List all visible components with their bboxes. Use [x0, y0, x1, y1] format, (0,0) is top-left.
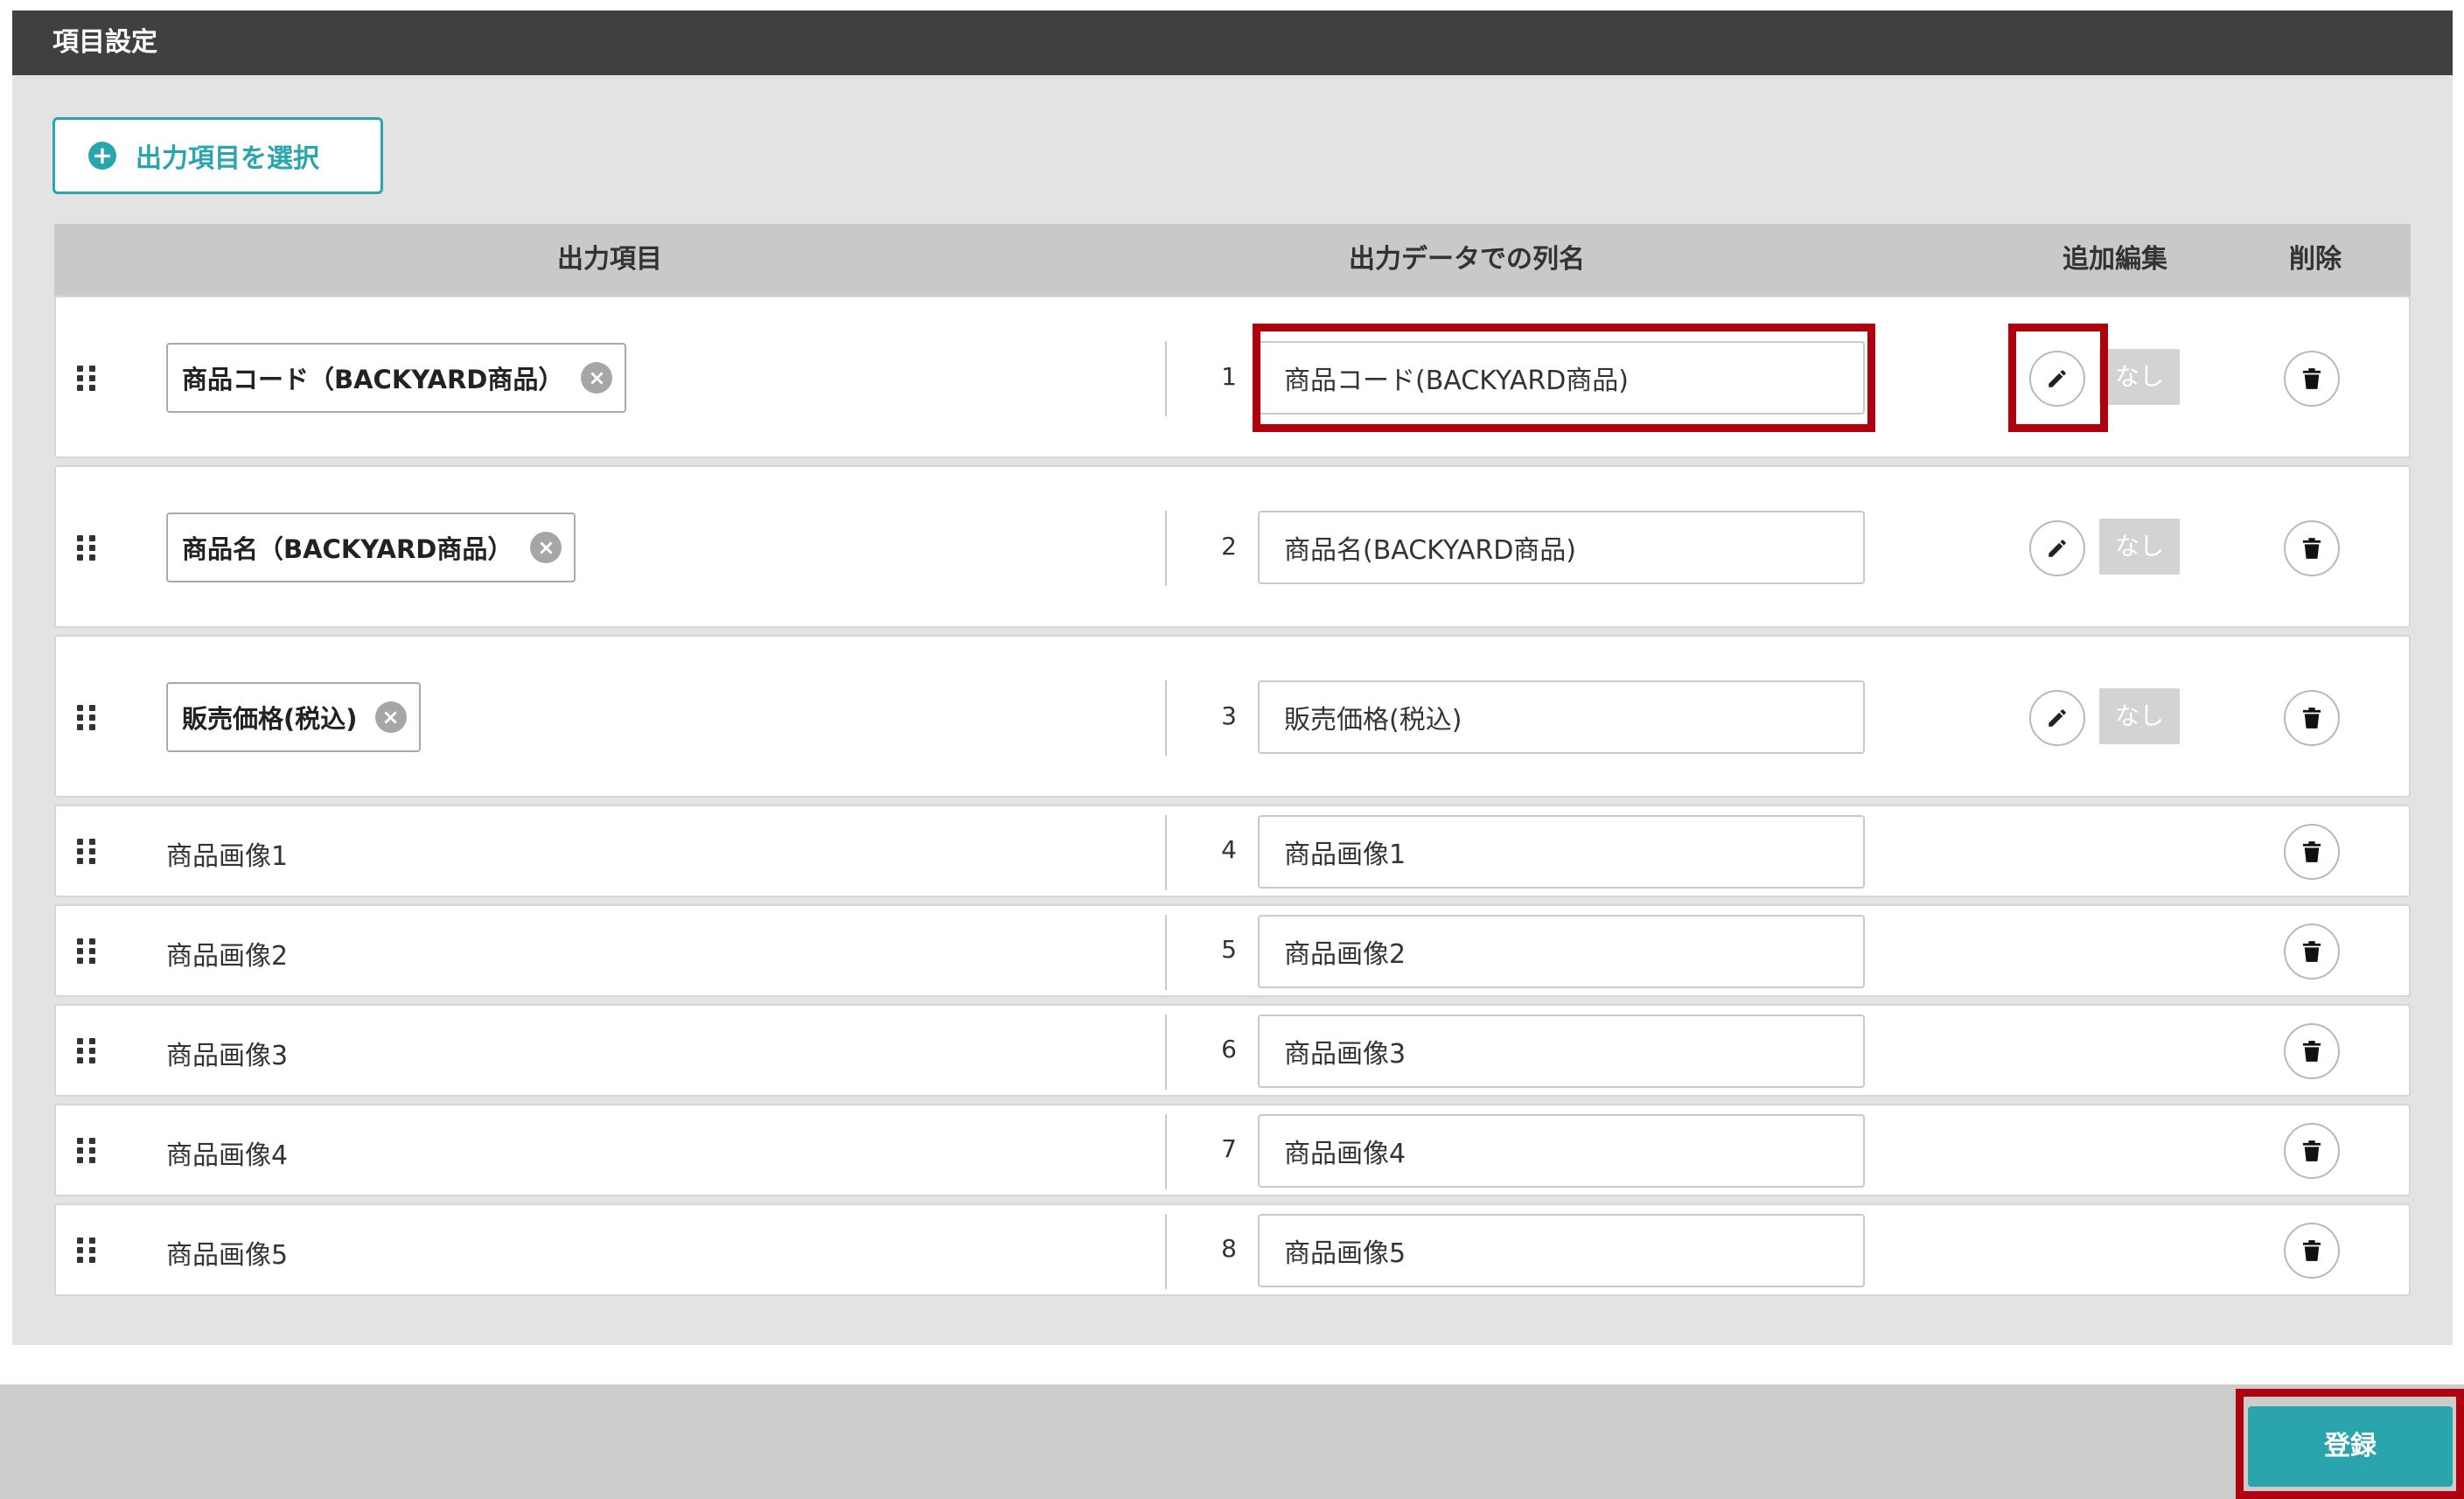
table-header: 出力項目 出力データでの列名 追加編集 削除	[54, 224, 2411, 296]
select-output-items-button[interactable]: + 出力項目を選択	[52, 117, 383, 194]
extra-status-badge: なし	[2099, 688, 2180, 744]
delete-button[interactable]	[2284, 1123, 2340, 1179]
trash-icon	[2302, 941, 2321, 962]
column-divider	[1165, 1114, 1167, 1189]
output-item-label: 販売価格(税込)	[182, 704, 358, 734]
pencil-icon	[2049, 709, 2066, 727]
close-circle-icon[interactable]: ×	[530, 532, 562, 563]
column-divider	[1165, 680, 1167, 756]
table-row: 商品画像2 5	[54, 904, 2411, 997]
trash-icon	[2302, 368, 2321, 389]
extra-status-badge: なし	[2099, 349, 2180, 405]
column-name-input[interactable]	[1258, 341, 1865, 415]
drag-handle-icon[interactable]	[77, 366, 96, 391]
row-index: 5	[1221, 935, 1237, 964]
drag-handle-icon[interactable]	[77, 1238, 96, 1263]
drag-handle-icon[interactable]	[77, 705, 96, 730]
drag-handle-icon[interactable]	[77, 938, 96, 964]
column-name-input[interactable]	[1258, 815, 1865, 889]
column-divider	[1165, 341, 1167, 416]
header-output-item: 出力項目	[557, 244, 662, 275]
delete-button[interactable]	[2284, 520, 2340, 576]
header-delete: 削除	[2289, 244, 2342, 275]
drag-handle-icon[interactable]	[77, 1038, 96, 1063]
drag-handle-icon[interactable]	[77, 1138, 96, 1163]
table-row: 商品画像5 8	[54, 1203, 2411, 1296]
table-row: 商品コード（BACKYARD商品） × 1 なし	[54, 296, 2411, 458]
header-column-name: 出力データでの列名	[1349, 244, 1585, 275]
table-row: 商品画像3 6	[54, 1004, 2411, 1097]
edit-button[interactable]	[2029, 520, 2085, 576]
table-row: 商品画像4 7	[54, 1104, 2411, 1196]
output-item-label: 商品名（BACKYARD商品）	[182, 534, 513, 564]
footer-bar	[0, 1384, 2464, 1499]
pencil-icon	[2049, 540, 2066, 557]
column-name-input[interactable]	[1258, 1114, 1865, 1188]
row-index: 3	[1221, 701, 1237, 730]
column-name-input[interactable]	[1258, 680, 1865, 754]
column-divider	[1165, 1014, 1167, 1090]
output-item-tag: 商品コード（BACKYARD商品） ×	[166, 343, 627, 413]
output-item-label: 商品画像2	[166, 941, 289, 972]
plus-circle-icon: +	[88, 142, 116, 170]
row-index: 6	[1221, 1035, 1237, 1063]
column-divider	[1165, 815, 1167, 890]
row-index: 4	[1221, 835, 1237, 864]
column-name-input[interactable]	[1258, 511, 1865, 584]
column-name-input[interactable]	[1258, 1214, 1865, 1287]
extra-status-badge: なし	[2099, 519, 2180, 575]
delete-button[interactable]	[2284, 690, 2340, 746]
output-item-tag: 販売価格(税込) ×	[166, 682, 421, 752]
table-row: 商品画像1 4	[54, 805, 2411, 897]
trash-icon	[2302, 538, 2321, 559]
section-title: 項目設定	[12, 10, 2453, 75]
column-divider	[1165, 915, 1167, 990]
register-button[interactable]: 登録	[2248, 1406, 2453, 1487]
table-row: 商品名（BACKYARD商品） × 2 なし	[54, 465, 2411, 628]
delete-button[interactable]	[2284, 1223, 2340, 1279]
row-index: 1	[1221, 362, 1237, 391]
row-index: 8	[1221, 1234, 1237, 1263]
delete-button[interactable]	[2284, 1023, 2340, 1079]
delete-button[interactable]	[2284, 924, 2340, 980]
column-divider	[1165, 1214, 1167, 1289]
row-index: 2	[1221, 532, 1237, 561]
output-item-label: 商品画像1	[166, 841, 289, 872]
trash-icon	[2302, 1240, 2321, 1261]
close-circle-icon[interactable]: ×	[581, 362, 613, 394]
column-name-input[interactable]	[1258, 915, 1865, 988]
drag-handle-icon[interactable]	[77, 535, 96, 561]
trash-icon	[2302, 841, 2321, 862]
column-name-input[interactable]	[1258, 1014, 1865, 1088]
output-item-label: 商品画像4	[166, 1140, 289, 1171]
header-extra-edit: 追加編集	[2063, 244, 2167, 275]
pencil-icon	[2049, 370, 2066, 387]
trash-icon	[2302, 708, 2321, 729]
output-item-tag: 商品名（BACKYARD商品） ×	[166, 512, 576, 582]
edit-button[interactable]	[2029, 690, 2085, 746]
drag-handle-icon[interactable]	[77, 839, 96, 864]
table-row: 販売価格(税込) × 3 なし	[54, 635, 2411, 798]
output-item-label: 商品画像5	[166, 1240, 289, 1271]
trash-icon	[2302, 1140, 2321, 1161]
select-output-items-label: 出力項目を選択	[136, 143, 319, 174]
delete-button[interactable]	[2284, 351, 2340, 407]
output-item-label: 商品コード（BACKYARD商品）	[182, 365, 564, 394]
delete-button[interactable]	[2284, 824, 2340, 880]
row-index: 7	[1221, 1134, 1237, 1163]
column-divider	[1165, 511, 1167, 586]
edit-button[interactable]	[2029, 351, 2085, 407]
output-item-label: 商品画像3	[166, 1041, 289, 1071]
close-circle-icon[interactable]: ×	[374, 701, 407, 733]
trash-icon	[2302, 1041, 2321, 1062]
